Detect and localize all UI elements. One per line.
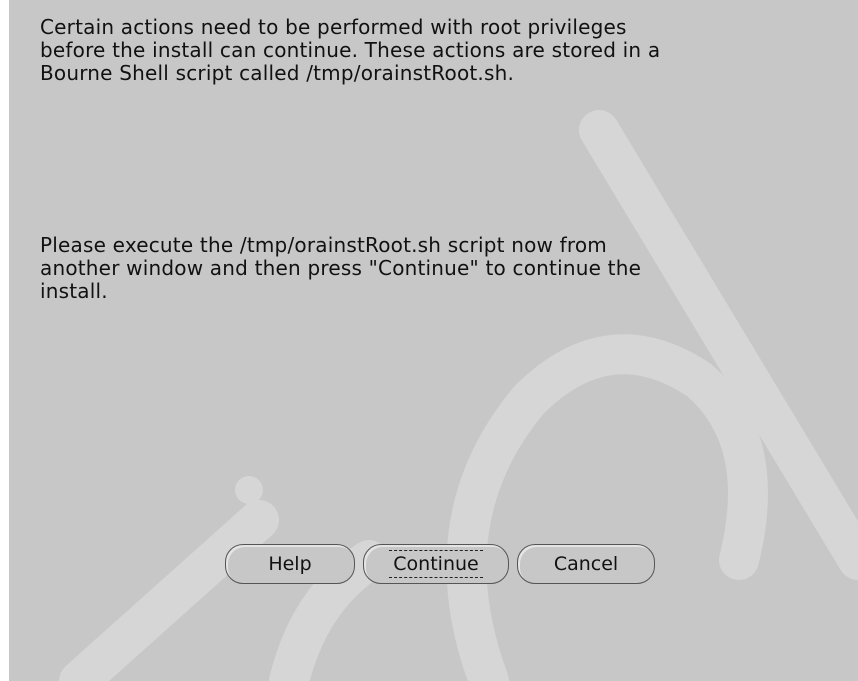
- button-row: Help Continue Cancel: [225, 544, 655, 584]
- continue-button[interactable]: Continue: [363, 544, 509, 584]
- root-script-dialog: Certain actions need to be performed wit…: [9, 0, 858, 681]
- cancel-button[interactable]: Cancel: [517, 544, 655, 584]
- privileges-message: Certain actions need to be performed wit…: [40, 15, 661, 85]
- help-button-label: Help: [268, 553, 312, 575]
- instructions-message: Please execute the /tmp/orainstRoot.sh s…: [40, 233, 642, 303]
- help-button[interactable]: Help: [225, 544, 355, 584]
- continue-button-label: Continue: [389, 550, 483, 578]
- cancel-button-label: Cancel: [553, 553, 619, 575]
